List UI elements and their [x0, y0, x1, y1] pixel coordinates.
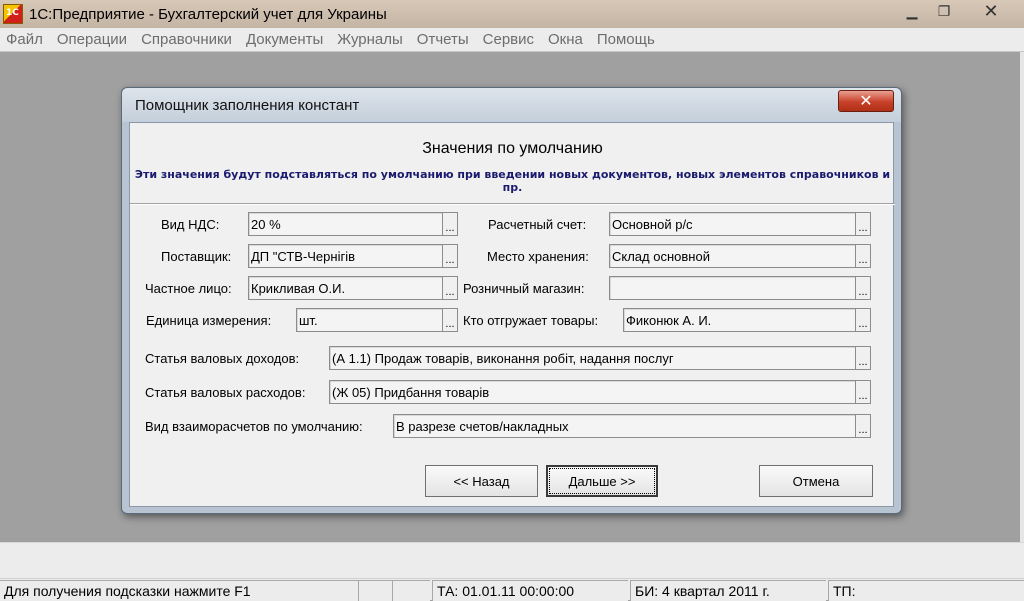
settlement-type-label: Вид взаиморасчетов по умолчанию: — [145, 419, 363, 434]
shipper-select-button[interactable]: ... — [855, 308, 871, 332]
gross-income-select-button[interactable]: ... — [855, 346, 871, 370]
menu-service[interactable]: Сервис — [476, 31, 541, 48]
vat-type-label: Вид НДС: — [161, 217, 220, 232]
storage-field[interactable]: Склад основной — [609, 244, 855, 268]
account-field[interactable]: Основной р/с — [609, 212, 855, 236]
menu-operations[interactable]: Операции — [50, 31, 134, 48]
private-person-field[interactable]: Крикливая О.И. — [248, 276, 442, 300]
retail-store-select-button[interactable]: ... — [855, 276, 871, 300]
scrollbar[interactable] — [1020, 52, 1024, 542]
maximize-icon[interactable]: ❐ — [928, 0, 960, 22]
gross-income-field[interactable]: (А 1.1) Продаж товарів, виконання робіт,… — [329, 346, 855, 370]
menu-bar: Файл Операции Справочники Документы Журн… — [0, 28, 1024, 52]
settlement-type-select-button[interactable]: ... — [855, 414, 871, 438]
account-select-button[interactable]: ... — [855, 212, 871, 236]
storage-label: Место хранения: — [487, 249, 589, 264]
menu-windows[interactable]: Окна — [541, 31, 590, 48]
unit-select-button[interactable]: ... — [442, 308, 458, 332]
menu-journals[interactable]: Журналы — [330, 31, 410, 48]
shipper-label: Кто отгружает товары: — [463, 313, 599, 328]
status-cell-2 — [358, 580, 392, 601]
dialog-title: Помощник заполнения констант — [135, 97, 360, 114]
menu-references[interactable]: Справочники — [134, 31, 239, 48]
minimize-icon[interactable]: ▁ — [896, 0, 928, 22]
supplier-select-button[interactable]: ... — [442, 244, 458, 268]
gross-expense-label: Статья валовых расходов: — [145, 385, 306, 400]
status-ta: ТА: 01.01.11 00:00:00 — [432, 580, 628, 601]
menu-help[interactable]: Помощь — [590, 31, 662, 48]
settlement-type-field[interactable]: В разрезе счетов/накладных — [393, 414, 855, 438]
next-button[interactable]: Дальше >> — [546, 465, 658, 497]
dialog-close-button[interactable]: ✕ — [838, 90, 894, 112]
status-bi: БИ: 4 квартал 2011 г. — [630, 580, 826, 601]
private-person-label: Частное лицо: — [145, 281, 232, 296]
status-tp: ТП: — [828, 580, 1024, 601]
constants-wizard-dialog: Помощник заполнения констант ✕ Значения … — [121, 87, 902, 514]
app-title: 1С:Предприятие - Бухгалтерский учет для … — [29, 5, 387, 23]
supplier-field[interactable]: ДП "СТВ-Чернігів — [248, 244, 442, 268]
account-label: Расчетный счет: — [488, 217, 587, 232]
app-titlebar: 1С:Предприятие - Бухгалтерский учет для … — [0, 0, 1024, 28]
storage-select-button[interactable]: ... — [855, 244, 871, 268]
close-window-icon[interactable]: ✕ — [966, 0, 1016, 22]
dialog-titlebar[interactable]: Помощник заполнения констант ✕ — [122, 88, 901, 122]
status-cell-3 — [392, 580, 430, 601]
dialog-heading: Значения по умолчанию — [422, 140, 603, 157]
divider — [130, 203, 895, 205]
gross-expense-field[interactable]: (Ж 05) Придбання товарів — [329, 380, 855, 404]
unit-field[interactable]: шт. — [296, 308, 442, 332]
gross-income-label: Статья валовых доходов: — [145, 351, 300, 366]
menu-documents[interactable]: Документы — [239, 31, 330, 48]
cancel-button[interactable]: Отмена — [759, 465, 873, 497]
status-bar: Для получения подсказки нажмите F1 ТА: 0… — [0, 542, 1024, 601]
menu-file[interactable]: Файл — [0, 31, 50, 48]
vat-type-field[interactable]: 20 % — [248, 212, 442, 236]
supplier-label: Поставщик: — [161, 249, 232, 264]
gross-expense-select-button[interactable]: ... — [855, 380, 871, 404]
retail-store-field[interactable] — [609, 276, 855, 300]
dialog-subheading: Эти значения будут подставляться по умол… — [134, 168, 891, 194]
retail-store-label: Розничный магазин: — [463, 281, 585, 296]
unit-label: Единица измерения: — [146, 313, 272, 328]
private-person-select-button[interactable]: ... — [442, 276, 458, 300]
shipper-field[interactable]: Фиконюк А. И. — [623, 308, 855, 332]
dialog-body: Значения по умолчанию Эти значения будут… — [129, 122, 895, 507]
app-logo-icon[interactable] — [3, 4, 23, 24]
vat-type-select-button[interactable]: ... — [442, 212, 458, 236]
back-button[interactable]: << Назад — [425, 465, 538, 497]
status-strip — [0, 543, 1024, 579]
menu-reports[interactable]: Отчеты — [410, 31, 476, 48]
status-hint: Для получения подсказки нажмите F1 — [0, 580, 358, 601]
